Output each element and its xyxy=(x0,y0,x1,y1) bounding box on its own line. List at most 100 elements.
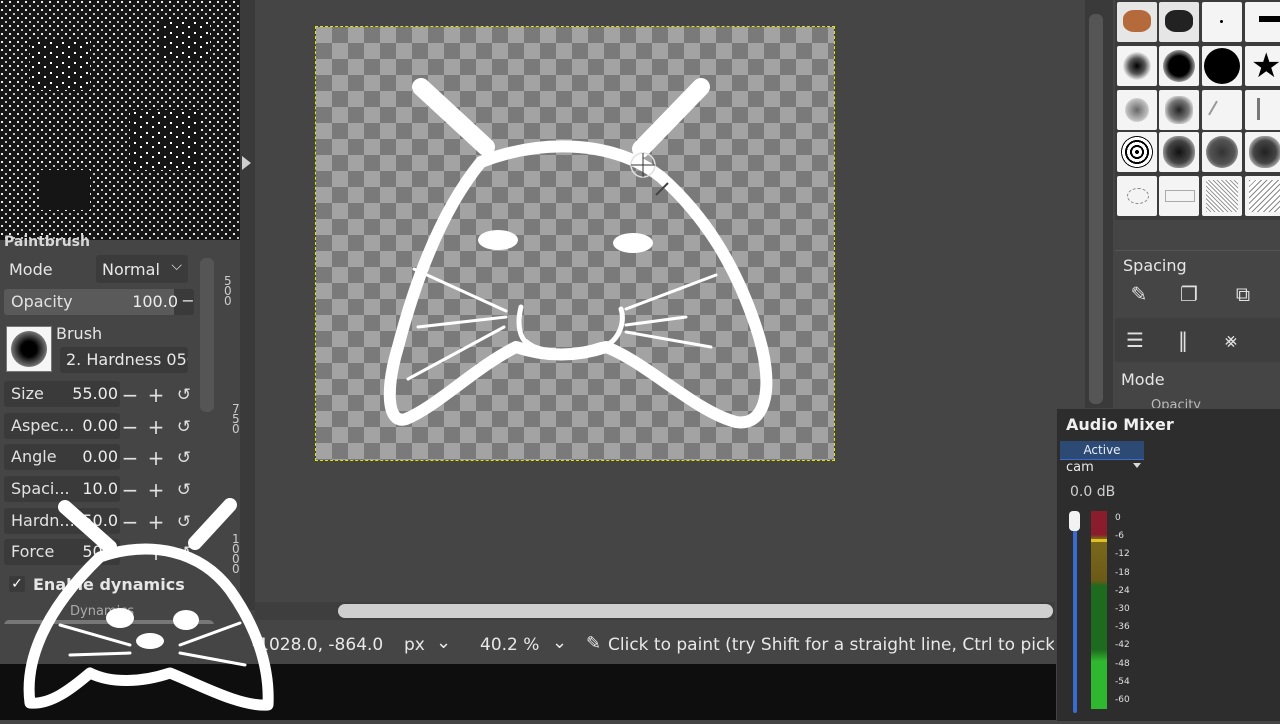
brush-name-field[interactable]: 2. Hardness 050 xyxy=(60,347,188,373)
channels-tab-icon[interactable]: ‖ xyxy=(1169,326,1197,354)
brush-thumb-13[interactable] xyxy=(1117,132,1157,172)
right-dock-scrollbar[interactable] xyxy=(1089,14,1103,404)
hardness-slider[interactable]: Hardn... 50.0 xyxy=(4,508,120,534)
aspect-slider[interactable]: Aspec... 0.00 xyxy=(4,413,120,439)
force-value: 50.0 xyxy=(82,542,118,561)
force-slider[interactable]: Force 50.0 xyxy=(4,539,120,565)
layers-tab-icon[interactable]: ☰ xyxy=(1121,326,1149,354)
increase-hardness-button[interactable]: + xyxy=(146,512,166,532)
volume-slider-handle[interactable] xyxy=(1069,511,1080,531)
pattern-image xyxy=(0,0,240,240)
unit-value: px xyxy=(404,635,425,655)
brush-thumb-2[interactable] xyxy=(1159,2,1199,42)
brush-thumb-6[interactable] xyxy=(1159,46,1199,86)
layer-opacity-label: Opacity xyxy=(1151,398,1202,408)
decrease-aspect-button[interactable]: − xyxy=(120,417,140,437)
reset-force-icon[interactable]: ↺ xyxy=(174,543,194,563)
vertical-ruler-marks-2: 750 xyxy=(232,402,240,436)
reset-hardness-icon[interactable]: ↺ xyxy=(174,512,194,532)
tool-options-title: Paintbrush xyxy=(4,234,90,250)
pointer-coordinates: -1028.0, -864.0 xyxy=(252,635,384,655)
minus-icon[interactable]: − xyxy=(178,291,198,311)
audio-mixer-panel: Audio Mixer Active cam 0.0 dB 0 -6 -12 -… xyxy=(1056,408,1280,721)
chevron-down-icon: ⌄ xyxy=(552,632,568,653)
enable-dynamics-checkbox[interactable]: ✓ xyxy=(9,576,25,592)
brushes-panel-options: Spacing ✎ ❐ ⧉ ☰ ‖ ⨳ Mode Opacity xyxy=(1115,250,1280,410)
reset-aspect-icon[interactable]: ↺ xyxy=(174,417,194,437)
reset-angle-icon[interactable]: ↺ xyxy=(174,448,194,468)
brush-name: 2. Hardness 050 xyxy=(66,350,188,369)
brush-thumb-8[interactable]: ★ xyxy=(1245,46,1280,86)
zoom-select[interactable]: 40.2 % ⌄ xyxy=(470,628,580,660)
increase-aspect-button[interactable]: + xyxy=(146,417,166,437)
brush-thumb-16[interactable] xyxy=(1245,132,1280,172)
source-menu-icon[interactable] xyxy=(1133,463,1141,468)
tool-options-panel: Paintbrush Mode Normal ⌵ Opacity 100.0 −… xyxy=(0,234,222,660)
brush-thumb-11[interactable] xyxy=(1202,90,1242,130)
status-message: Click to paint (try Shift for a straight… xyxy=(608,635,1054,655)
dock-separator[interactable] xyxy=(240,0,255,610)
brush-thumb-17[interactable] xyxy=(1117,176,1157,216)
new-brush-icon[interactable]: ❐ xyxy=(1175,280,1203,308)
duplicate-brush-icon[interactable]: ⧉ xyxy=(1229,280,1257,308)
spacing-label-right: Spacing xyxy=(1123,256,1187,275)
brush-thumb-19[interactable] xyxy=(1202,176,1242,216)
brush-thumb-18[interactable] xyxy=(1159,176,1199,216)
layer-mode-label: Mode xyxy=(1121,370,1165,389)
active-tab[interactable]: Active xyxy=(1060,441,1144,459)
increase-size-button[interactable]: + xyxy=(146,385,166,405)
source-name: cam xyxy=(1066,460,1094,475)
vertical-ruler-marks: 500 xyxy=(224,274,232,308)
brush-thumb-4[interactable] xyxy=(1245,2,1280,42)
decrease-spacing-button[interactable]: − xyxy=(120,480,140,500)
mode-label: Mode xyxy=(9,260,53,279)
size-slider[interactable]: Size 55.00 xyxy=(4,381,120,407)
increase-angle-button[interactable]: + xyxy=(146,448,166,468)
brush-thumb-20[interactable] xyxy=(1245,176,1280,216)
brush-thumb-1[interactable] xyxy=(1117,2,1157,42)
pattern-preview xyxy=(0,0,240,240)
brush-thumb-14[interactable] xyxy=(1159,132,1199,172)
opacity-slider[interactable]: Opacity 100.0 − xyxy=(4,289,195,315)
angle-slider[interactable]: Angle 0.00 xyxy=(4,444,120,470)
brush-thumb-9[interactable] xyxy=(1117,90,1157,130)
unit-select[interactable]: px ⌄ xyxy=(394,628,464,660)
vertical-ruler-marks-3: 1000 xyxy=(232,532,240,576)
brush-thumb-12[interactable] xyxy=(1245,90,1280,130)
decrease-hardness-button[interactable]: − xyxy=(120,512,140,532)
brush-thumb-15[interactable] xyxy=(1202,132,1242,172)
mode-select[interactable]: Normal ⌵ xyxy=(96,255,188,283)
increase-force-button[interactable]: + xyxy=(146,543,166,563)
paths-tab-icon[interactable]: ⨳ xyxy=(1217,326,1245,354)
decrease-size-button[interactable]: − xyxy=(120,385,140,405)
image-canvas[interactable] xyxy=(315,26,835,461)
decrease-angle-button[interactable]: − xyxy=(120,448,140,468)
dynamics-name[interactable]: Dynamics xyxy=(70,604,134,619)
cat-drawing xyxy=(383,78,773,429)
brush-thumb-10[interactable] xyxy=(1159,90,1199,130)
volume-slider-track[interactable] xyxy=(1073,513,1077,713)
paintbrush-icon: ✎ xyxy=(586,633,602,654)
brush-label: Brush xyxy=(56,324,103,343)
increase-spacing-button[interactable]: + xyxy=(146,480,166,500)
opacity-value: 100.0 xyxy=(132,292,178,311)
mode-value: Normal xyxy=(102,259,160,279)
expand-arrow-icon[interactable] xyxy=(242,156,251,170)
chevron-down-icon: ⌄ xyxy=(436,632,452,653)
brush-thumb-3[interactable] xyxy=(1202,2,1242,42)
edit-brush-icon[interactable]: ✎ xyxy=(1125,280,1153,308)
brush-thumb-5[interactable] xyxy=(1117,46,1157,86)
decrease-force-button[interactable]: − xyxy=(120,543,140,563)
enable-dynamics-label: Enable dynamics xyxy=(33,575,185,594)
spacing-slider[interactable]: Spaci... 10.0 xyxy=(4,476,120,502)
status-message-box: Click to paint (try Shift for a straight… xyxy=(608,635,1054,657)
tool-options-scrollbar[interactable] xyxy=(200,258,214,412)
reset-spacing-icon[interactable]: ↺ xyxy=(174,480,194,500)
status-bar: -1028.0, -864.0 px ⌄ 40.2 % ⌄ ✎ Click to… xyxy=(0,624,1056,664)
brush-preview[interactable] xyxy=(6,326,52,372)
brush-thumb-7[interactable] xyxy=(1202,46,1242,86)
brush-shape xyxy=(11,331,47,367)
reset-size-icon[interactable]: ↺ xyxy=(174,385,194,405)
angle-value: 0.00 xyxy=(82,447,118,466)
horizontal-scroll-thumb[interactable] xyxy=(338,604,1053,618)
